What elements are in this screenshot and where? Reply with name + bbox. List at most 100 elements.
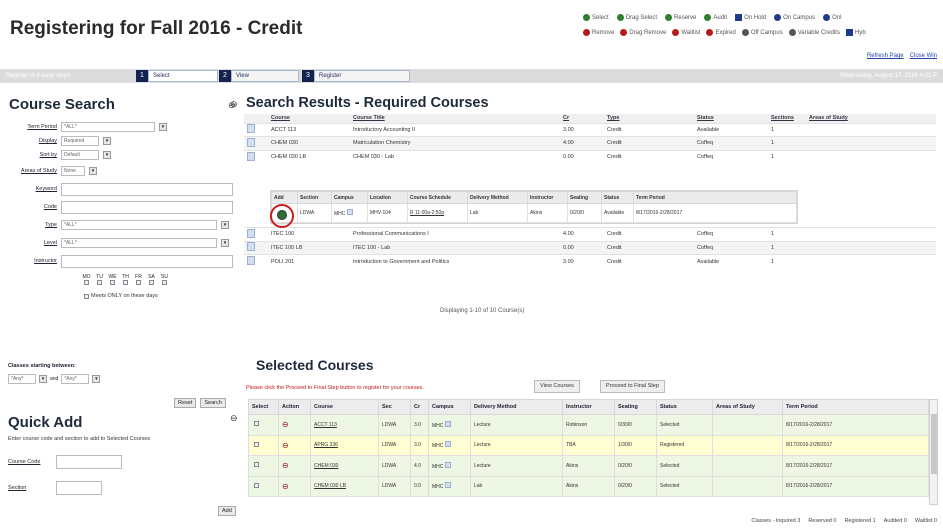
day-checkbox[interactable] [162, 280, 167, 285]
day-checkbox[interactable] [97, 280, 102, 285]
sort-by-select[interactable]: Default [61, 150, 99, 160]
table-row[interactable]: ACCT 113 Introductory Accounting II 3.00… [244, 122, 936, 137]
time-range: *Any* ▾ and *Any* ▾ [8, 374, 101, 384]
table-row[interactable]: ITEC 100 LB ITEC 100 - Lab 0.00 Credit C… [244, 240, 936, 255]
off-campus-icon [741, 29, 749, 36]
course-link[interactable]: CHEM 030 [310, 455, 379, 477]
credits: 4.0 [410, 455, 429, 477]
course-link[interactable]: APRG 336 [310, 434, 379, 456]
section: LDWA [378, 414, 411, 436]
view-courses-button[interactable]: View Courses [534, 380, 580, 393]
legend-audit: Audit [704, 14, 727, 21]
add-section-icon[interactable] [277, 210, 287, 220]
term-period: 8/17/2016-2/28/2017 [782, 455, 929, 477]
campus-info-icon[interactable] [346, 209, 353, 215]
campus-info-icon[interactable] [444, 420, 451, 427]
start-time-from[interactable]: *Any* [8, 374, 36, 384]
areas-of-study-select[interactable]: None [61, 166, 85, 176]
keyword-input[interactable] [61, 182, 233, 196]
chevron-down-icon[interactable]: ▾ [221, 239, 229, 247]
course-schedule-link[interactable]: R 11:00a-2:50p [407, 203, 468, 223]
chevron-down-icon[interactable]: ▾ [103, 151, 111, 159]
collapse-icon[interactable]: ⊖ [230, 413, 238, 424]
day-checkbox[interactable] [110, 280, 115, 285]
step-view[interactable]: View [231, 70, 299, 82]
course-link[interactable]: ACCT 113 [310, 414, 379, 436]
type-label: Type [45, 222, 57, 228]
search-button[interactable]: Search [200, 398, 226, 408]
table-row[interactable]: CHEM 030 LB CHEM 030 - Lab 0.00 Credit C… [244, 149, 936, 164]
expand-icon[interactable] [247, 228, 255, 238]
collapse-row-icon[interactable] [247, 151, 255, 161]
remove-icon[interactable]: ⊖ [282, 482, 289, 491]
col-cr[interactable]: Cr [560, 114, 604, 123]
step-1-number: 1 [136, 70, 148, 82]
start-time-to[interactable]: *Any* [61, 374, 90, 384]
campus-info-icon[interactable] [444, 482, 451, 489]
scrollbar-thumb[interactable] [931, 414, 937, 474]
col-type[interactable]: Type [604, 114, 694, 123]
top-links: Refresh Page Close Win [867, 53, 937, 59]
chevron-down-icon[interactable]: ▾ [159, 123, 167, 131]
display-select[interactable]: Required [61, 136, 99, 146]
col-course-title[interactable]: Course Title [350, 114, 560, 123]
day-checkbox[interactable] [123, 280, 128, 285]
legend-remove: Remove [583, 29, 614, 36]
reset-button[interactable]: Reset [174, 398, 197, 408]
refresh-page-link[interactable]: Refresh Page [867, 53, 904, 59]
col-select: Select [248, 399, 279, 415]
select-checkbox[interactable] [254, 482, 259, 488]
expand-icon[interactable] [247, 242, 255, 252]
step-intro: Register in 3 easy steps [6, 73, 71, 79]
chevron-down-icon[interactable]: ▾ [103, 137, 111, 145]
remove-icon[interactable]: ⊖ [282, 461, 289, 470]
step-register[interactable]: Register [314, 70, 410, 82]
expand-icon[interactable] [247, 124, 255, 134]
select-checkbox[interactable] [254, 462, 259, 468]
sub-col-delivery: Delivery Method [467, 191, 528, 204]
level-select[interactable]: *ALL* [61, 238, 217, 248]
chevron-down-icon[interactable]: ▾ [89, 167, 97, 175]
meets-only-checkbox[interactable] [84, 293, 89, 299]
sections: 1 [768, 122, 806, 137]
type: Credit [604, 227, 694, 241]
col-status[interactable]: Status [694, 114, 768, 123]
expand-icon[interactable] [247, 256, 255, 265]
section-code: LDWA [297, 203, 332, 223]
day-checkbox[interactable] [84, 280, 89, 285]
expand-icon[interactable] [247, 137, 255, 147]
instructor-input[interactable] [61, 254, 233, 268]
select-checkbox[interactable] [254, 441, 259, 447]
close-window-link[interactable]: Close Win [910, 53, 937, 59]
credits: 3.00 [560, 254, 604, 268]
collapse-icon[interactable]: ⊖ [230, 99, 238, 110]
type-select[interactable]: *ALL* [61, 220, 217, 230]
col-course[interactable]: Course [268, 114, 350, 123]
remove-icon[interactable]: ⊖ [282, 420, 289, 429]
status-reserved: Reserved 0 [808, 518, 837, 524]
day-checkbox[interactable] [136, 280, 141, 285]
campus-info-icon[interactable] [444, 461, 451, 468]
term-period-select[interactable]: *ALL* [61, 122, 155, 132]
campus-info-icon[interactable] [444, 441, 451, 448]
course-link[interactable]: CHEM 030 LB [310, 475, 379, 497]
table-row[interactable]: POLI 201 Introduction to Government and … [244, 254, 936, 268]
remove-icon[interactable]: ⊖ [282, 441, 289, 450]
day-checkbox[interactable] [149, 280, 154, 285]
selected-courses-scrollbar[interactable] [929, 399, 938, 505]
course-title: Professional Communications I [350, 227, 560, 241]
proceed-final-step-button[interactable]: Proceed to Final Step [600, 380, 665, 393]
add-button[interactable]: Add [218, 506, 236, 516]
course-code-input[interactable] [56, 455, 122, 469]
table-row[interactable]: ITEC 100 Professional Communications I 4… [244, 227, 936, 241]
chevron-down-icon[interactable]: ▾ [92, 375, 101, 383]
chevron-down-icon[interactable]: ▾ [39, 375, 47, 383]
select-checkbox[interactable] [254, 421, 259, 427]
status: Coffeq [694, 149, 768, 164]
code-input[interactable] [61, 200, 233, 214]
chevron-down-icon[interactable]: ▾ [221, 221, 229, 229]
section-input[interactable] [56, 481, 102, 495]
step-select[interactable]: Select [148, 70, 218, 82]
table-row[interactable]: CHEM 030 Matriculation Chemistry 4.00 Cr… [244, 136, 936, 150]
legend-online: Onl [823, 14, 841, 21]
